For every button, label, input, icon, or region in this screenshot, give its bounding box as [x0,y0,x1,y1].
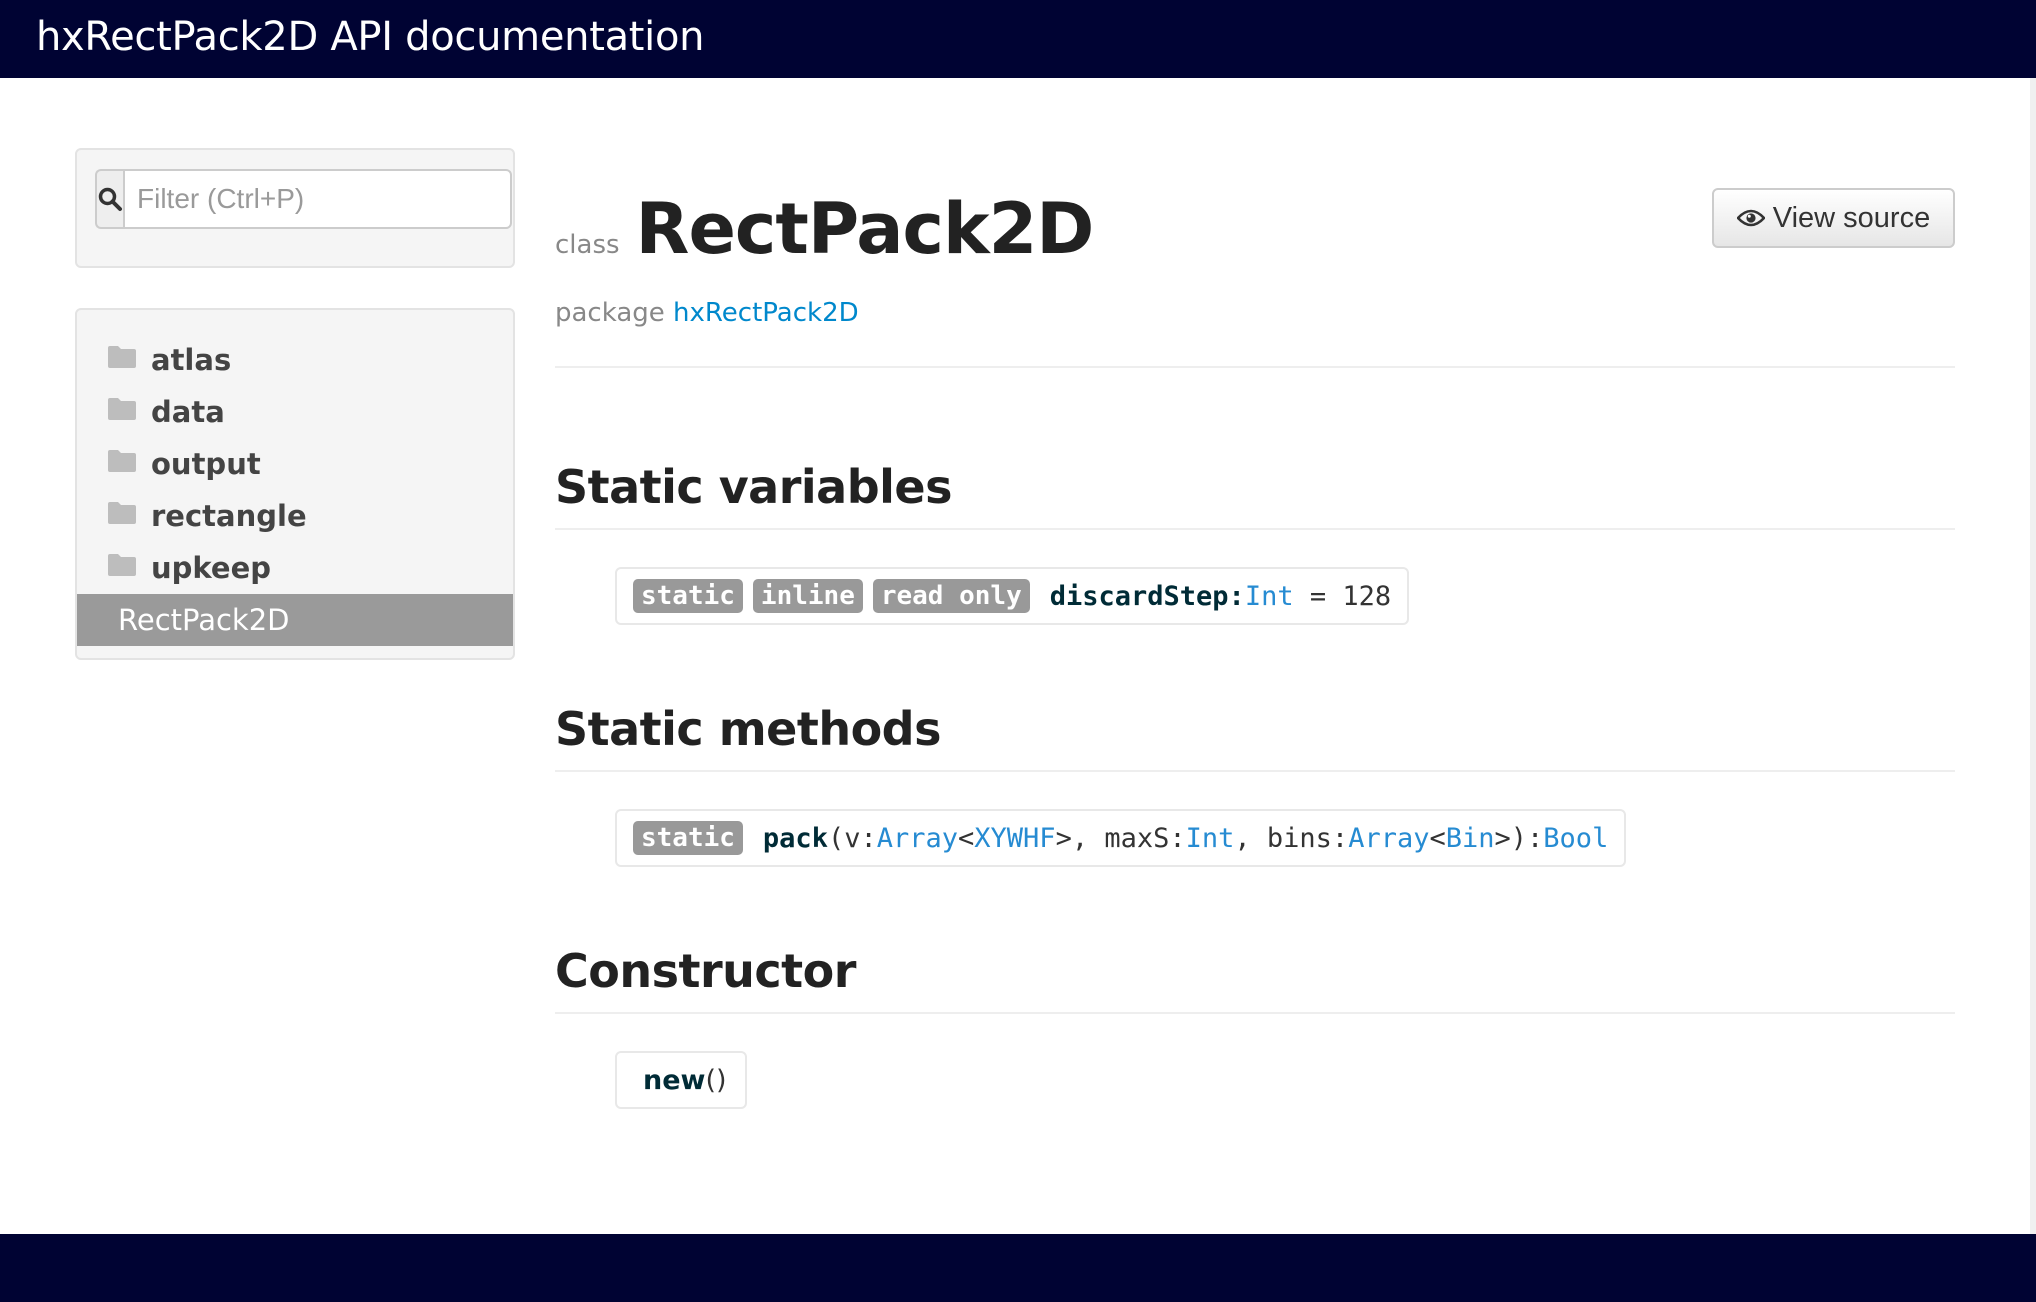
tree-item-label: output [151,447,261,481]
constructor-new[interactable]: new() [615,1051,747,1109]
footer-bar [0,1234,2036,1302]
tree-item-atlas[interactable]: atlas [77,334,513,386]
section-title-constructor: Constructor [555,944,856,998]
static-method-pack[interactable]: static pack (v: Array < XYWHF >, maxS: Int, bi… [615,809,1627,867]
constructor-name[interactable]: new [643,1065,705,1096]
folder-icon [108,450,136,472]
type-link[interactable]: Array [1348,823,1429,854]
badge-inline: inline [752,579,863,613]
filter-input[interactable] [123,169,512,229]
eye-icon [1736,209,1765,227]
site-title[interactable]: hxRectPack2D API documentation [36,14,705,60]
type-link[interactable]: XYWHF [974,823,1055,854]
type-link[interactable]: Array [877,823,958,854]
sig-text: >): [1494,822,1544,854]
folder-icon [108,398,136,420]
package-line: package hxRectPack2D [555,298,859,328]
page-title: class RectPack2D [555,188,1095,270]
tree-item-label: rectangle [151,499,307,533]
tree-item-data[interactable]: data [77,386,513,438]
sig-text: , bins: [1234,822,1349,854]
folder-icon [108,346,136,368]
type-link[interactable]: Bin [1446,823,1495,854]
tree-item-upkeep[interactable]: upkeep [77,542,513,594]
scrollbar-track[interactable] [2030,78,2036,1234]
class-keyword: class [555,230,620,260]
folder-icon [108,554,136,576]
tree-item-label: upkeep [151,551,272,585]
badge-static: static [633,821,743,855]
tree-item-output[interactable]: output [77,438,513,490]
view-source-button[interactable]: View source [1712,188,1955,248]
tree-item-label: RectPack2D [118,603,290,637]
field-name[interactable]: discardStep [1050,581,1229,612]
method-name[interactable]: pack [763,823,828,854]
tree-item-label: data [151,395,225,429]
divider [555,1012,1955,1014]
sig-text: < [1429,822,1446,854]
sig-text: (v: [827,822,877,854]
package-label: package [555,298,665,328]
tree-item-label: atlas [151,343,232,377]
constructor-parens: () [705,1064,727,1096]
search-icon [95,169,123,229]
badge-static: static [633,579,743,613]
sig-text: >, maxS: [1055,822,1186,854]
badge-read-only: read only [872,579,1030,613]
divider [555,528,1955,530]
field-value: = 128 [1293,580,1392,612]
class-name: RectPack2D [635,188,1095,270]
package-tree-panel: atlas data output rectangle upkeep RectP… [75,308,515,660]
top-header-bar: hxRectPack2D API documentation [0,0,2036,78]
package-tree: atlas data output rectangle upkeep RectP… [77,334,513,646]
static-variable-discardstep[interactable]: static inline read only discardStep: Int … [615,567,1410,625]
type-link[interactable]: Int [1186,823,1235,854]
view-source-label: View source [1772,201,1931,234]
package-link[interactable]: hxRectPack2D [673,298,859,328]
filter-panel [75,148,515,268]
section-title-static-variables: Static variables [555,460,953,514]
filter-input-group [95,169,512,229]
divider [555,770,1955,772]
field-type[interactable]: Int [1245,581,1294,612]
type-separator: : [1228,580,1245,612]
sig-text: < [958,822,975,854]
tree-item-rectpack2d[interactable]: RectPack2D [77,594,513,646]
tree-item-rectangle[interactable]: rectangle [77,490,513,542]
folder-icon [108,502,136,524]
divider [555,366,1955,368]
section-title-static-methods: Static methods [555,702,941,756]
type-link[interactable]: Bool [1543,823,1608,854]
